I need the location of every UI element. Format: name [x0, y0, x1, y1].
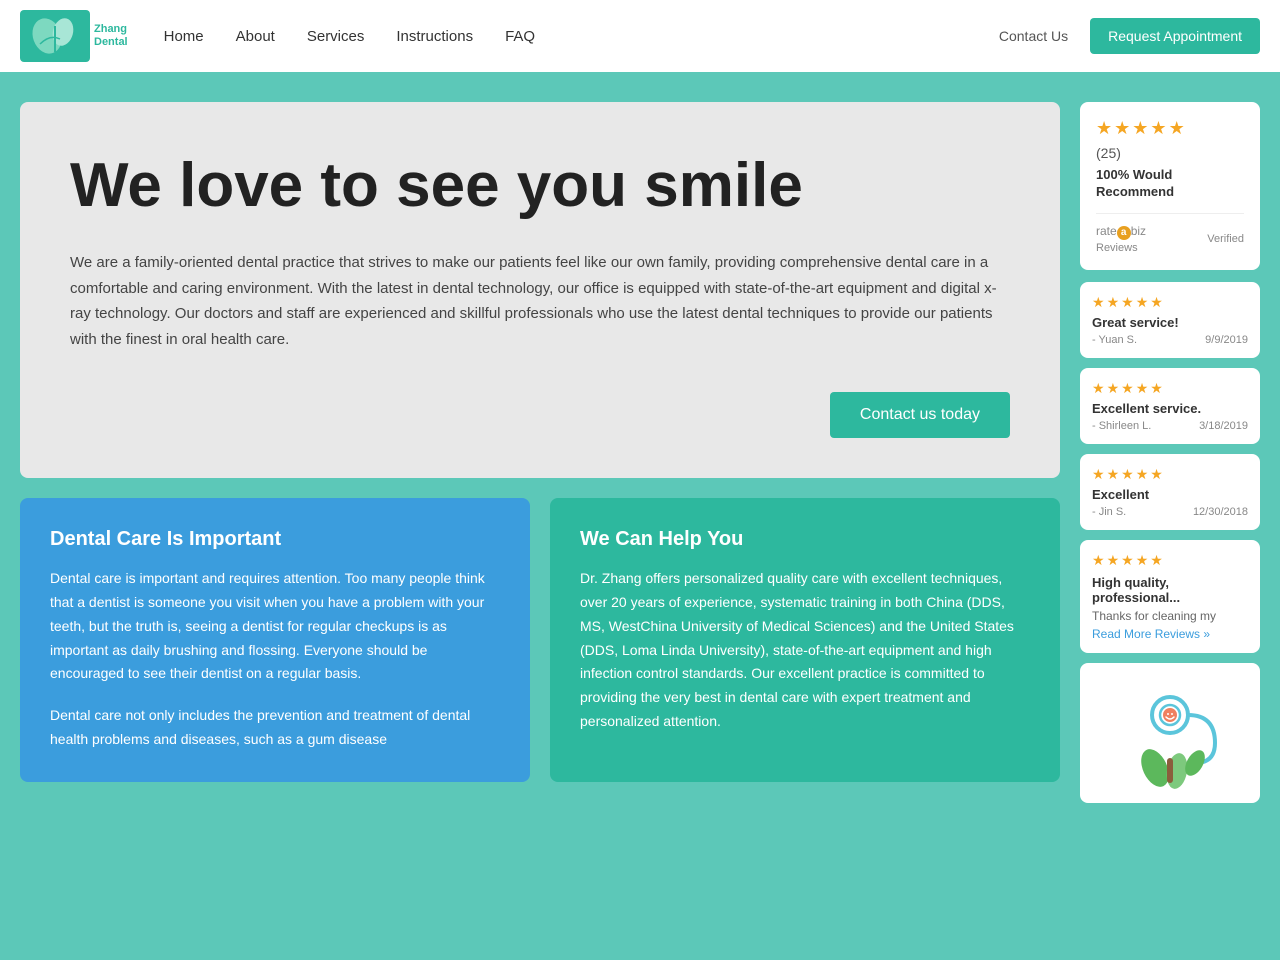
sidebar: ★ ★ ★ ★ ★ (25) 100% Would Recommend rate…	[1080, 102, 1260, 803]
reviews-widget: ★ ★ ★ ★ ★ (25) 100% Would Recommend rate…	[1080, 102, 1260, 270]
star-3: ★	[1132, 118, 1148, 139]
review-1-title: Great service!	[1092, 315, 1248, 330]
review-2-title: Excellent service.	[1092, 401, 1248, 416]
logo-image	[20, 10, 90, 62]
main-area: We love to see you smile We are a family…	[0, 72, 1280, 823]
review-1-author: - Yuan S.	[1092, 334, 1137, 346]
review-3-author: - Jin S.	[1092, 506, 1126, 518]
hero-title: We love to see you smile	[70, 152, 1010, 220]
ratebiz-logo: rateabiz Reviews	[1096, 224, 1146, 254]
nav-link-services[interactable]: Services	[291, 0, 381, 72]
help-you-title: We Can Help You	[580, 528, 1030, 551]
review-3-stars: ★ ★ ★ ★ ★	[1092, 466, 1248, 483]
nav-link-home[interactable]: Home	[148, 0, 220, 72]
logo-widget	[1080, 663, 1260, 803]
star-5: ★	[1169, 118, 1185, 139]
ratebiz-a: a	[1117, 226, 1131, 240]
dental-care-card: Dental Care Is Important Dental care is …	[20, 498, 530, 782]
dental-care-body: Dental care is important and requires at…	[50, 567, 500, 686]
nav-link-about[interactable]: About	[220, 0, 291, 72]
review-3-title: Excellent	[1092, 487, 1248, 502]
logo-text: Zhang Dental	[94, 23, 128, 49]
review-4-stars: ★ ★ ★ ★ ★	[1092, 552, 1248, 569]
dental-care-title: Dental Care Is Important	[50, 528, 500, 551]
nav-link-faq[interactable]: FAQ	[489, 0, 551, 72]
review-item-4: ★ ★ ★ ★ ★ High quality, professional... …	[1080, 540, 1260, 653]
star-4: ★	[1150, 118, 1166, 139]
request-appointment-button[interactable]: Request Appointment	[1090, 18, 1260, 54]
hero-description: We are a family-oriented dental practice…	[70, 250, 1010, 352]
review-2-date: 3/18/2019	[1199, 420, 1248, 432]
review-item-2: ★ ★ ★ ★ ★ Excellent service. - Shirleen …	[1080, 368, 1260, 444]
review-item-1: ★ ★ ★ ★ ★ Great service! - Yuan S. 9/9/2…	[1080, 282, 1260, 358]
help-you-card: We Can Help You Dr. Zhang offers persona…	[550, 498, 1060, 782]
star-1: ★	[1096, 118, 1112, 139]
star-2: ★	[1114, 118, 1130, 139]
content-left: We love to see you smile We are a family…	[20, 102, 1060, 803]
hero-card: We love to see you smile We are a family…	[20, 102, 1060, 478]
ratebiz-row: rateabiz Reviews Verified	[1096, 213, 1244, 254]
recommend-text: 100% Would Recommend	[1096, 167, 1244, 201]
nav-right: Contact Us Request Appointment	[985, 18, 1260, 54]
review-4-snippet: Thanks for cleaning my	[1092, 609, 1248, 623]
nav-left: Zhang Dental Home About Services Instruc…	[20, 0, 551, 72]
logo[interactable]: Zhang Dental	[20, 10, 128, 62]
review-3-meta: - Jin S. 12/30/2018	[1092, 506, 1248, 518]
review-2-meta: - Shirleen L. 3/18/2019	[1092, 420, 1248, 432]
verified-badge: Verified	[1207, 233, 1244, 245]
contact-us-link[interactable]: Contact Us	[985, 28, 1082, 44]
nav-link-instructions[interactable]: Instructions	[380, 0, 489, 72]
review-1-stars: ★ ★ ★ ★ ★	[1092, 294, 1248, 311]
dental-care-body2: Dental care not only includes the preven…	[50, 704, 500, 752]
navbar: Zhang Dental Home About Services Instruc…	[0, 0, 1280, 72]
review-1-date: 9/9/2019	[1205, 334, 1248, 346]
review-count: (25)	[1096, 145, 1244, 161]
review-1-meta: - Yuan S. 9/9/2019	[1092, 334, 1248, 346]
main-stars-row: ★ ★ ★ ★ ★	[1096, 118, 1244, 139]
review-2-author: - Shirleen L.	[1092, 420, 1151, 432]
bottom-cards: Dental Care Is Important Dental care is …	[20, 498, 1060, 782]
review-4-title: High quality, professional...	[1092, 575, 1248, 605]
review-item-3: ★ ★ ★ ★ ★ Excellent - Jin S. 12/30/2018	[1080, 454, 1260, 530]
read-more-reviews-link[interactable]: Read More Reviews »	[1092, 627, 1248, 641]
reviews-word: Reviews	[1096, 242, 1138, 254]
contact-today-button[interactable]: Contact us today	[830, 392, 1010, 438]
review-2-stars: ★ ★ ★ ★ ★	[1092, 380, 1248, 397]
review-3-date: 12/30/2018	[1193, 506, 1248, 518]
nav-links: Home About Services Instructions FAQ	[148, 0, 551, 72]
help-you-body: Dr. Zhang offers personalized quality ca…	[580, 567, 1030, 734]
